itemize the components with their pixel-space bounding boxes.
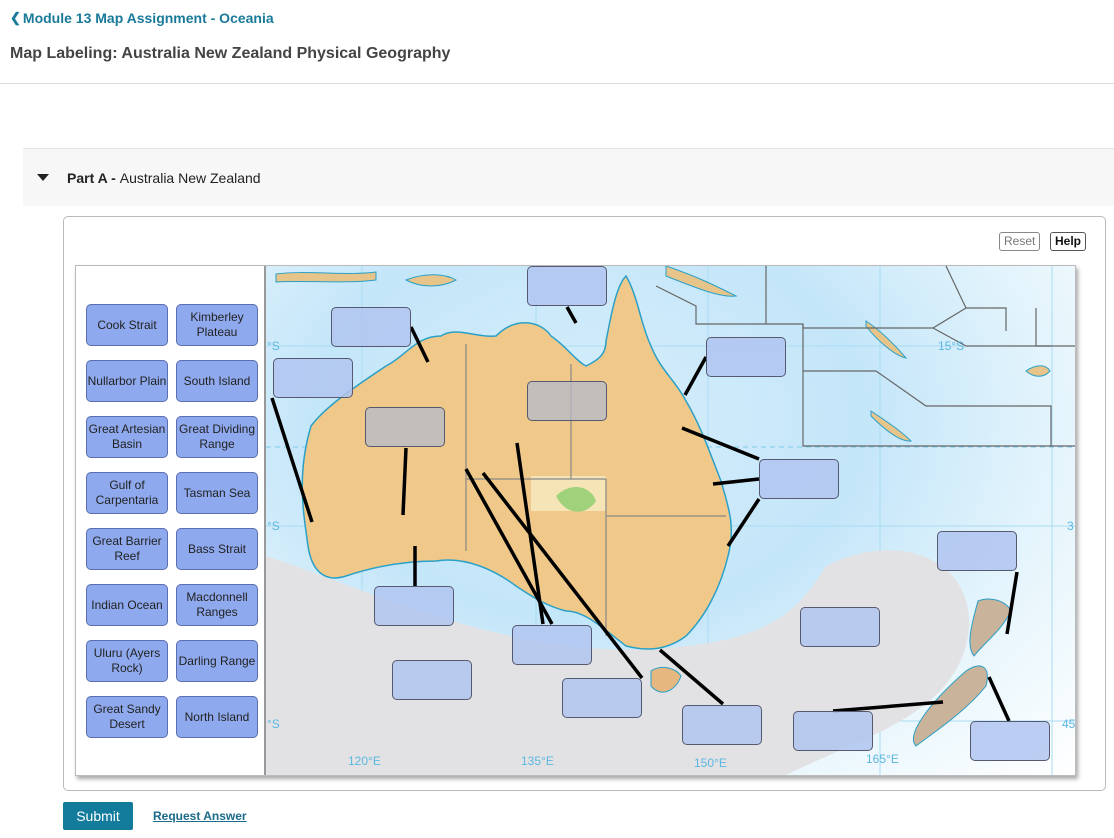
label-chip[interactable]: South Island [176,360,258,402]
map-area: 120°E 135°E 150°E 165°E 15°S °S °S °S 3 … [266,266,1075,775]
label-chip[interactable]: Macdonnell Ranges [176,584,258,626]
drop-target[interactable] [793,711,873,751]
latitude-label: 15°S [938,339,965,353]
latitude-edge-label: 45 [1062,717,1075,731]
caret-down-icon[interactable] [37,174,49,181]
label-chip[interactable]: Great Sandy Desert [86,696,168,738]
drop-target[interactable] [937,531,1017,571]
back-to-module-link[interactable]: ❮ Module 13 Map Assignment - Oceania [10,10,274,26]
chevron-left-icon: ❮ [10,10,21,25]
help-button[interactable]: Help [1050,232,1087,251]
label-chip[interactable]: Indian Ocean [86,584,168,626]
label-chip[interactable]: Nullarbor Plain [86,360,168,402]
drop-target[interactable] [392,660,472,700]
longitude-label: 165°E [866,752,899,766]
drop-target[interactable] [512,625,592,665]
drop-target[interactable] [759,459,839,499]
latitude-edge-label: °S [267,339,280,353]
label-chip[interactable]: Tasman Sea [176,472,258,514]
drop-target[interactable] [682,705,762,745]
drop-target[interactable] [706,337,786,377]
latitude-edge-label: 3 [1067,519,1074,533]
label-chip[interactable]: Bass Strait [176,528,258,570]
label-chip[interactable]: Great Dividing Range [176,416,258,458]
label-chip[interactable]: Kimberley Plateau [176,304,258,346]
label-chip[interactable]: Great Barrier Reef [86,528,168,570]
request-answer-link[interactable]: Request Answer [153,809,247,823]
label-chip[interactable]: Cook Strait [86,304,168,346]
label-chip[interactable]: Darling Range [176,640,258,682]
new-caledonia [870,410,913,442]
longitude-label: 135°E [521,754,554,768]
fiji [1025,365,1051,377]
part-a-header[interactable]: Part A - Australia New Zealand [23,148,1114,206]
page-title: Map Labeling: Australia New Zealand Phys… [10,45,451,62]
drop-target[interactable] [527,266,607,306]
latitude-edge-label: °S [267,519,280,533]
drop-target[interactable] [331,307,411,347]
back-link-label: Module 13 Map Assignment - Oceania [22,10,274,26]
submit-button[interactable]: Submit [63,802,133,830]
longitude-label: 150°E [694,756,727,770]
drop-target[interactable] [527,381,607,421]
latitude-edge-label: °S [267,717,280,731]
label-chip[interactable]: Gulf of Carpentaria [86,472,168,514]
drop-target[interactable] [273,358,353,398]
part-label: Part A - [67,169,116,186]
drop-target[interactable] [562,678,642,718]
label-bank: Cook Strait Kimberley Plateau Nullarbor … [76,266,266,775]
reset-button[interactable]: Reset [999,232,1041,251]
drop-target[interactable] [970,721,1050,761]
label-chip[interactable]: North Island [176,696,258,738]
part-name: Australia New Zealand [119,169,261,186]
drop-target[interactable] [800,607,880,647]
label-chip[interactable]: Great Artesian Basin [86,416,168,458]
label-chip[interactable]: Uluru (Ayers Rock) [86,640,168,682]
north-island [969,598,1012,657]
drop-target[interactable] [365,407,445,447]
drop-target[interactable] [374,586,454,626]
longitude-label: 120°E [348,754,381,768]
map-workspace: Cook Strait Kimberley Plateau Nullarbor … [75,265,1076,776]
header-divider [0,83,1114,84]
